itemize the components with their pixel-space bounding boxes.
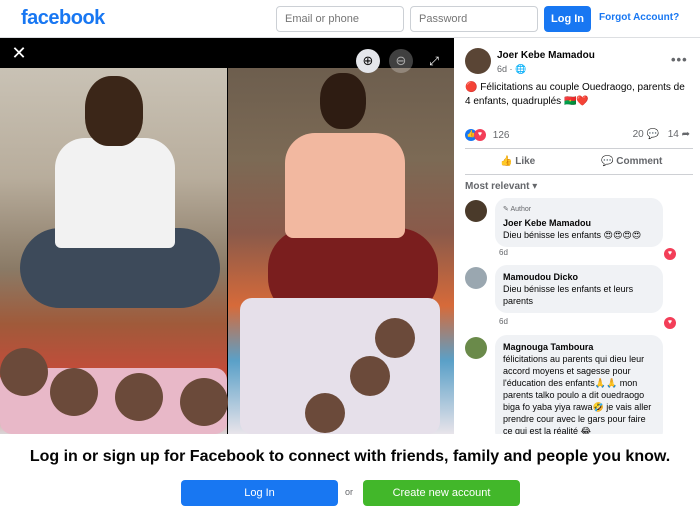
comment-count[interactable]: 20 [633, 129, 644, 140]
photo-viewer [0, 38, 454, 434]
footer-login-button[interactable]: Log In [181, 480, 338, 506]
password-field[interactable] [410, 6, 538, 32]
post-author-name[interactable]: Joer Kebe Mamadou [497, 50, 595, 61]
comment-bubble: ✎ Author Joer Kebe Mamadou Dieu bénisse … [495, 198, 663, 247]
globe-icon: 🌐 [515, 64, 527, 74]
photo-baby [305, 393, 345, 433]
comment-time[interactable]: 6d [499, 248, 508, 257]
post-text: 🔴 Félicitations au couple Ouedraogo, par… [465, 82, 685, 107]
heart-reaction-icon[interactable]: ♥ [664, 248, 676, 260]
login-button[interactable]: Log In [544, 6, 591, 32]
photo-figure [85, 76, 143, 146]
fullscreen-icon[interactable]: ⤢ [422, 49, 446, 73]
photo-baby [375, 318, 415, 358]
comment-text: Dieu bénisse les enfants et leurs parent… [503, 284, 634, 306]
avatar[interactable] [465, 267, 487, 289]
heart-reaction-icon[interactable]: ♥ [664, 317, 676, 329]
thumbs-up-icon: 👍 [500, 156, 516, 167]
photo-baby [115, 373, 163, 421]
comment-author[interactable]: Mamoudou Dicko [503, 271, 655, 283]
footer-title: Log in or sign up for Facebook to connec… [29, 448, 671, 465]
more-options-icon[interactable]: ••• [671, 52, 688, 67]
comment-bubble: Magnouga Tamboura félicitations au paren… [495, 335, 663, 434]
comment-text: Dieu bénisse les enfants 😍😍😍😍 [503, 230, 642, 240]
post-panel: Joer Kebe Mamadou 6d · 🌐 ••• 🔴 Félicitat… [455, 38, 700, 434]
photo-baby [180, 378, 228, 426]
close-icon[interactable]: ✕ [10, 44, 28, 62]
share-count[interactable]: 14 [668, 129, 679, 140]
author-badge: ✎ Author [503, 206, 532, 213]
zoom-out-icon[interactable]: ⊖ [389, 49, 413, 73]
facebook-logo[interactable]: facebook [21, 7, 105, 30]
like-button[interactable]: 👍 Like [500, 156, 535, 167]
divider [465, 174, 693, 175]
avatar[interactable] [465, 337, 487, 359]
top-bar: facebook Log In Forgot Account? [0, 0, 700, 38]
comment-bubble: Mamoudou Dicko Dieu bénisse les enfants … [495, 265, 663, 313]
photo-baby [50, 368, 98, 416]
sort-dropdown[interactable]: Most relevant ▾ [465, 181, 537, 192]
photo-figure [55, 138, 175, 248]
comment-icon: 💬 [601, 156, 617, 167]
comment-text: félicitations au parents qui dieu leur a… [503, 354, 652, 434]
comment-author[interactable]: Magnouga Tamboura [503, 341, 655, 353]
reaction-summary[interactable]: 👍 ♥ 126 [465, 129, 509, 141]
photo-baby [350, 356, 390, 396]
comment-count-icon: 💬 [646, 129, 659, 140]
avatar[interactable] [465, 48, 491, 74]
photo-figure [285, 133, 405, 238]
zoom-in-icon[interactable]: ⊕ [356, 49, 380, 73]
photo-baby [0, 348, 48, 396]
photo-figure [320, 73, 366, 129]
forgot-account-link[interactable]: Forgot Account? [599, 12, 679, 23]
love-reaction-icon: ♥ [474, 129, 486, 141]
comment-time[interactable]: 6d [499, 317, 508, 326]
comment-author[interactable]: Joer Kebe Mamadou [503, 217, 655, 229]
login-prompt-footer: Log in or sign up for Facebook to connec… [0, 434, 700, 525]
email-field[interactable] [276, 6, 404, 32]
comment-button[interactable]: 💬 Comment [601, 156, 662, 167]
engagement-counts: 20 💬 14 ➦ [633, 129, 690, 140]
reaction-count: 126 [492, 129, 510, 141]
create-account-button[interactable]: Create new account [363, 480, 520, 506]
divider [465, 148, 693, 149]
chevron-down-icon: ▾ [532, 181, 538, 192]
avatar[interactable] [465, 200, 487, 222]
post-time: 6d · 🌐 [497, 64, 527, 74]
share-icon: ➦ [681, 129, 690, 140]
or-separator: or [345, 487, 354, 497]
